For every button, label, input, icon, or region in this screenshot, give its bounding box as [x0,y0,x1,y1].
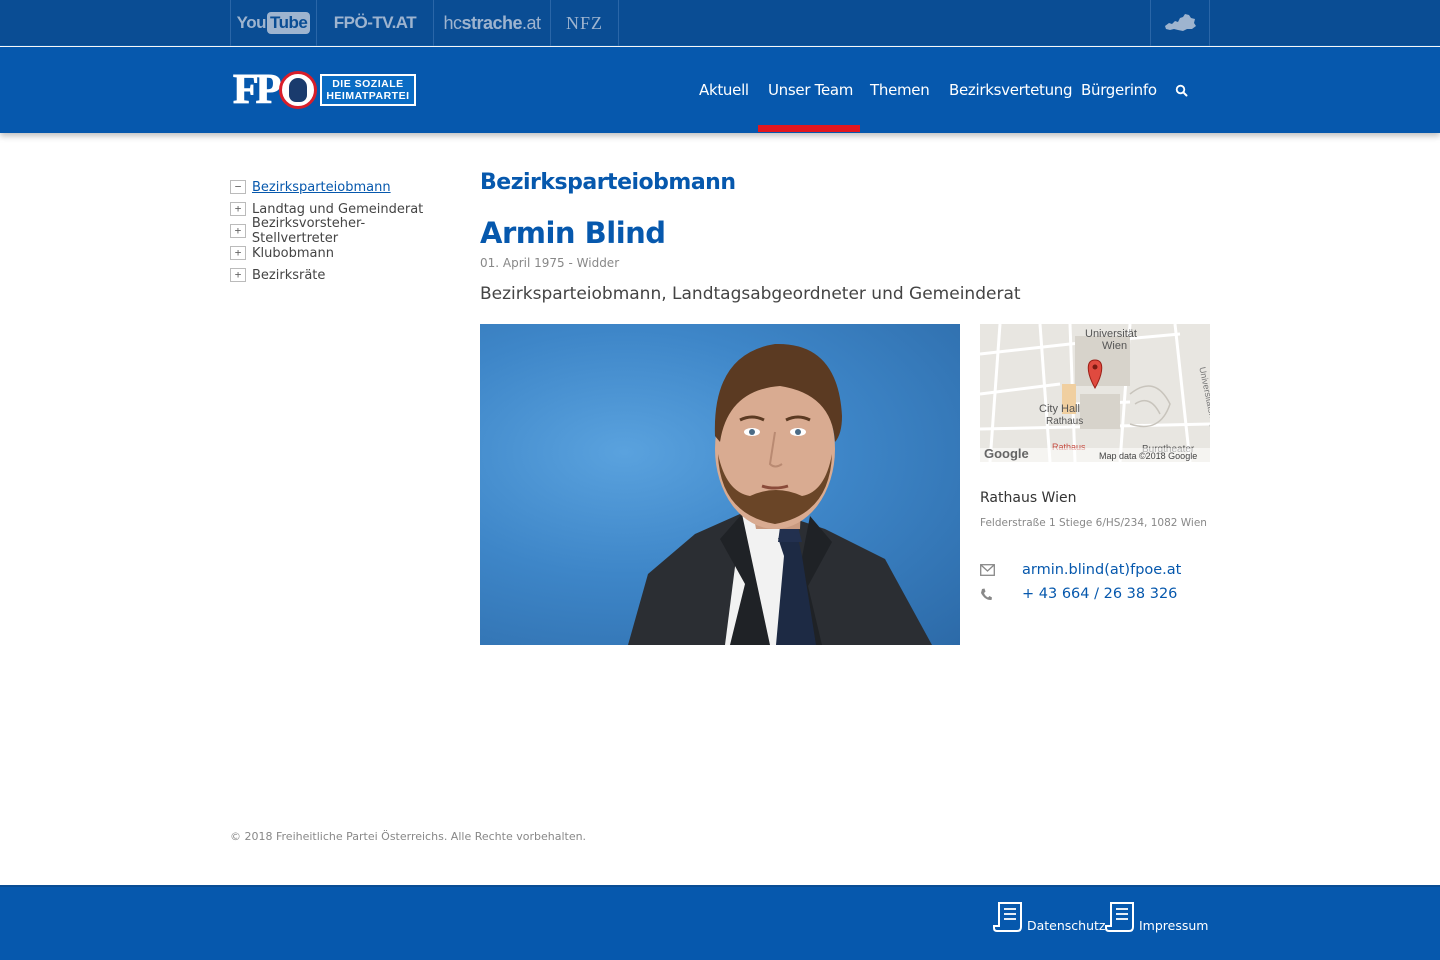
logo-tagline: DIE SOZIALE HEIMATPARTEI [320,74,416,106]
top-bar: You Tube FPÖ-TV.AT hc strache .at NFZ [0,0,1440,46]
sidebar-tree: − Bezirksparteiobmann + Landtag und Geme… [230,176,450,286]
bottom-bar: Datenschutz Impressum [0,885,1440,960]
copyright-text: © 2018 Freiheitliche Partei Österreichs.… [230,830,587,843]
person-role: Bezirksparteiobmann, Landtagsabgeordnete… [480,284,1021,304]
sidebar-item-label: Bezirksräte [252,267,326,283]
nav-label: Themen [870,81,930,99]
sidebar-item-bezirksparteiobmann[interactable]: − Bezirksparteiobmann [230,176,450,198]
person-portrait-photo [480,324,960,645]
nav-label: Bezirksvertetung [949,81,1073,99]
document-icon [1105,902,1134,932]
logo-tagline-line2: HEIMATPARTEI [326,90,410,102]
expand-icon[interactable]: + [230,202,246,216]
nav-item-unser-team[interactable]: Unser Team [768,47,853,133]
hcstrache-link[interactable]: hc strache .at [433,0,550,46]
main-header: FP DIE SOZIALE HEIMATPARTEI Aktuell Unse… [0,47,1440,133]
person-birthdate: 01. April 1975 - Widder [480,256,620,270]
collapse-icon[interactable]: − [230,180,246,194]
map-label-wien: Wien [1102,340,1127,352]
youtube-logo-you: You [236,13,267,32]
fpoe-logo[interactable]: FP DIE SOZIALE HEIMATPARTEI [232,67,423,113]
logo-portrait-icon [279,71,318,109]
hc-logo-post: .at [522,12,541,33]
section-title: Bezirksparteiobmann [480,170,736,195]
sidebar-item-label: Bezirksparteiobmann [252,179,391,195]
youtube-link[interactable]: You Tube [230,0,316,46]
impressum-label: Impressum [1139,918,1209,933]
envelope-icon [980,564,1022,576]
nav-item-buergerinfo[interactable]: Bürgerinfo [1081,47,1157,133]
sidebar-item-bezirksraete[interactable]: + Bezirksräte [230,264,450,286]
map-label-rathaus: Rathaus [1046,416,1083,427]
nav-item-aktuell[interactable]: Aktuell [699,47,749,133]
map-label-cityhall: City Hall [1039,403,1080,415]
youtube-logo-tube: Tube [267,12,311,34]
contact-email-row: armin.blind(at)fpoe.at [980,559,1181,581]
expand-icon[interactable]: + [230,224,246,238]
map-graphic: Universität Wien City Hall Rathaus Unive… [980,324,1210,462]
phone-link[interactable]: + 43 664 / 26 38 326 [1022,586,1177,602]
location-map[interactable]: Universität Wien City Hall Rathaus Unive… [980,324,1210,462]
datenschutz-label: Datenschutz [1027,918,1106,933]
austria-map-icon [1165,14,1196,31]
logo-tagline-line1: DIE SOZIALE [332,78,404,90]
sidebar-item-bezirksvorsteher[interactable]: + Bezirksvorsteher-Stellvertreter [230,216,450,246]
datenschutz-link[interactable]: Datenschutz [993,901,1106,933]
map-google-logo: Google [984,446,1029,461]
office-address: Felderstraße 1 Stiege 6/HS/234, 1082 Wie… [980,517,1207,529]
hc-logo-mid: strache [461,12,523,33]
person-name: Armin Blind [480,216,666,250]
search-icon[interactable] [1175,84,1189,98]
expand-icon[interactable]: + [230,246,246,260]
fpoe-tv-logo: FPÖ-TV.AT [333,13,417,32]
hc-logo-pre: hc [443,12,462,33]
map-attribution: Map data ©2018 Google [1099,451,1197,461]
nfz-logo: NFZ [565,12,603,33]
nav-active-indicator [758,125,860,132]
nav-item-bezirksvertetung[interactable]: Bezirksvertetung [949,47,1073,133]
portrait-illustration [628,343,932,645]
nav-label: Unser Team [768,81,854,99]
expand-icon[interactable]: + [230,268,246,282]
austria-map-link[interactable] [1150,0,1210,46]
sidebar-item-label: Klubobmann [252,245,334,261]
sidebar-item-label: Bezirksvorsteher-Stellvertreter [251,216,366,246]
email-link[interactable]: armin.blind(at)fpoe.at [1022,562,1181,578]
logo-fp-text: FP [232,67,281,113]
nav-label: Aktuell [699,81,749,99]
document-icon [993,902,1022,932]
nav-label: Bürgerinfo [1081,81,1157,99]
phone-icon [980,588,1022,601]
nav-item-themen[interactable]: Themen [870,47,930,133]
fpoe-tv-link[interactable]: FPÖ-TV.AT [316,0,433,46]
office-name: Rathaus Wien [980,490,1077,506]
map-label-university: Universität [1085,328,1137,340]
contact-phone-row: + 43 664 / 26 38 326 [980,583,1177,605]
impressum-link[interactable]: Impressum [1105,901,1208,933]
sidebar-item-label: Landtag und Gemeinderat [252,201,424,217]
nfz-link[interactable]: NFZ [550,0,619,46]
top-bar-inner: You Tube FPÖ-TV.AT hc strache .at NFZ [230,0,1210,46]
